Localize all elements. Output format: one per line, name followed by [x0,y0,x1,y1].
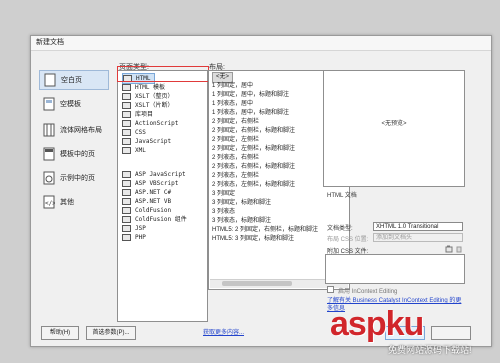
file-icon [122,129,131,136]
layout-item[interactable]: 1 列固定，居中 [212,82,253,91]
layout-item[interactable]: 1 列液态，居中，标题和脚注 [212,109,289,118]
layout-item[interactable]: 2 列固定，左侧栏 [212,136,259,145]
page-type-item[interactable]: ASP.NET VB [122,197,171,206]
file-icon [122,84,131,91]
page-type-highlight-box [117,66,209,82]
attach-css-list[interactable] [325,254,465,284]
preferences-button[interactable]: 首选参数(P)... [86,326,136,340]
page-type-item[interactable]: ASP.NET C# [122,188,171,197]
category-label: 流体网格布局 [60,127,102,134]
file-icon [122,225,131,232]
category-sample-pages[interactable]: 示例中的页 [39,168,109,188]
file-icon [122,180,131,187]
file-icon [122,120,131,127]
file-icon [122,147,131,154]
file-icon [122,93,131,100]
scrollbar-thumb[interactable] [222,281,292,286]
help-button[interactable]: 帮助(H) [41,326,79,340]
page-type-item[interactable]: ASP VBScript [122,179,178,188]
category-label: 其他 [60,199,74,206]
layout-item[interactable]: 3 列液态，标题和脚注 [212,217,271,226]
page-type-item[interactable]: HTML 模板 [122,83,165,92]
preview-description: HTML 文档 [327,193,357,199]
cancel-button[interactable] [431,326,471,340]
page-type-item[interactable]: JavaScript [122,137,171,146]
fluid-grid-icon [43,123,55,137]
page-type-item[interactable]: 库项目 [122,110,153,119]
sample-page-icon [43,171,55,185]
incontext-label: 启用 InContext Editing [338,289,398,295]
layout-item[interactable]: 3 列固定 [212,190,235,199]
new-document-dialog: 新建文档 空白页 空模板 流体网格布局 模板中的页 示例中的页 </> 其他 页… [30,35,492,347]
category-label: 模板中的页 [60,151,95,158]
layout-item[interactable]: 2 列液态，左侧栏 [212,172,259,181]
layout-item[interactable]: HTML5: 3 列固定，标题和脚注 [212,235,294,244]
layout-item[interactable]: 2 列固定，右侧栏 [212,118,259,127]
doc-type-label: 文档类型: [327,226,353,232]
css-position-select[interactable]: 添加到文档头 [373,233,463,242]
css-position-label: 布局 CSS 位置: [327,237,369,243]
watermark-logo: aspku [330,305,424,343]
other-icon: </> [43,195,55,209]
file-icon [122,234,131,241]
file-icon [122,189,131,196]
page-type-item[interactable]: PHP [122,233,146,242]
file-icon [122,138,131,145]
page-type-item[interactable]: XML [122,146,146,155]
page-type-item[interactable]: JSP [122,224,146,233]
category-label: 空白页 [61,77,82,84]
page-type-item[interactable]: ColdFusion [122,206,171,215]
page-type-list[interactable]: HTML HTML 模板 XSLT（整页） XSLT（片断） 库项目 Actio… [117,70,208,322]
category-other[interactable]: </> 其他 [39,192,109,212]
page-type-item[interactable]: XSLT（片断） [122,101,173,110]
get-more-content-link[interactable]: 获取更多内容... [203,329,244,337]
incontext-checkbox[interactable] [327,286,334,293]
layout-item[interactable]: 3 列固定，标题和脚注 [212,199,271,208]
page-type-item[interactable]: ActionScript [122,119,178,128]
category-label: 空模板 [60,101,81,108]
page-type-item[interactable]: ASP JavaScript [122,170,186,179]
layout-item[interactable]: 1 列液态，居中 [212,100,253,109]
category-fluid-grid[interactable]: 流体网格布局 [39,120,109,140]
blank-page-icon [44,73,56,87]
category-blank-page[interactable]: 空白页 [39,70,109,90]
layout-item[interactable]: 1 列固定，居中，标题和脚注 [212,91,289,100]
doc-type-select[interactable]: XHTML 1.0 Transitional [373,222,463,231]
layout-item[interactable]: 2 列液态，右侧栏，标题和脚注 [212,163,295,172]
category-template-pages[interactable]: 模板中的页 [39,144,109,164]
file-icon [122,207,131,214]
file-icon [122,171,131,178]
page-type-item[interactable]: XSLT（整页） [122,92,173,101]
blank-template-icon [43,97,55,111]
layout-item[interactable]: 2 列固定，右侧栏，标题和脚注 [212,127,295,136]
file-icon [122,111,131,118]
layout-item[interactable]: 3 列液态 [212,208,235,217]
category-blank-template[interactable]: 空模板 [39,94,109,114]
watermark-subtitle: 免费网站源码下载站! [388,345,472,355]
layout-item[interactable]: 2 列液态，右侧栏 [212,154,259,163]
layout-item[interactable]: 2 列液态，左侧栏，标题和脚注 [212,181,295,190]
file-icon [122,102,131,109]
file-icon [122,216,131,223]
page-type-item[interactable]: CSS [122,128,146,137]
attach-css-icon[interactable] [445,245,453,253]
delete-css-icon[interactable] [455,245,463,253]
layout-item[interactable]: 2 列固定，左侧栏，标题和脚注 [212,145,295,154]
preview-pane: <无预览> [323,70,465,187]
dialog-title: 新建文档 [31,36,491,51]
preview-text: <无预览> [381,121,407,127]
svg-text:</>: </> [45,200,55,207]
template-page-icon [43,147,55,161]
file-icon [122,198,131,205]
page-type-item[interactable]: ColdFusion 组件 [122,215,187,224]
category-label: 示例中的页 [60,175,95,182]
layout-item[interactable]: HTML5: 2 列固定，右侧栏，标题和脚注 [212,226,318,235]
